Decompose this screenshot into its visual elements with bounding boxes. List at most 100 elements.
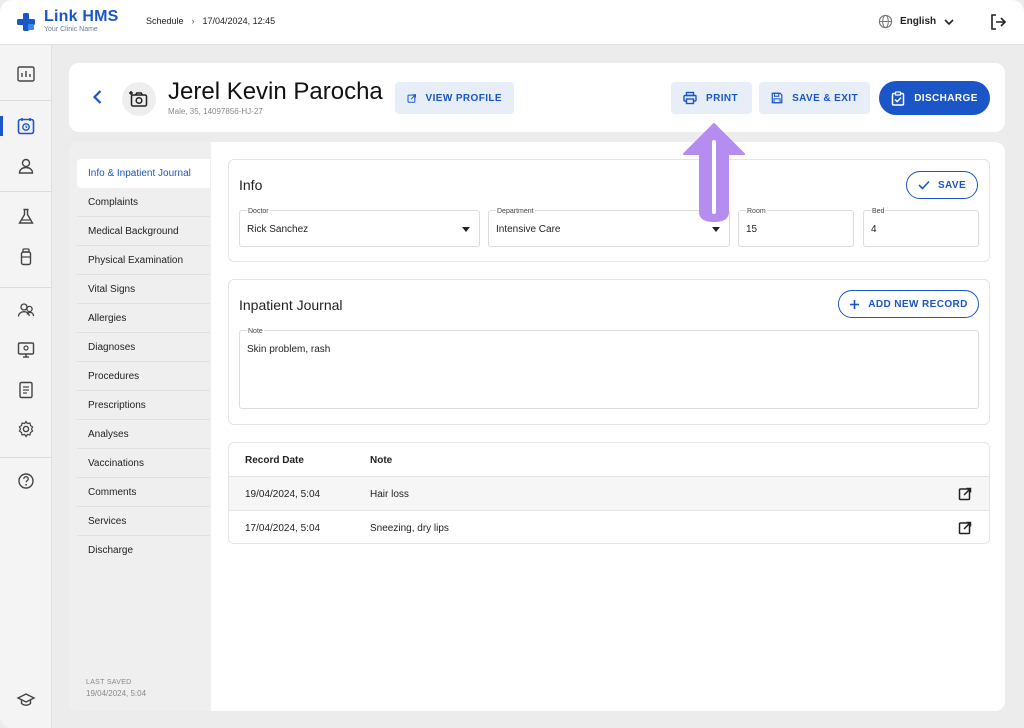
records-table: Record Date Note 19/04/2024, 5:04 Hair l… — [228, 442, 990, 544]
annotation-arrow-icon — [683, 123, 745, 222]
nav-item-label: Comments — [88, 486, 137, 498]
graduation-cap-icon[interactable] — [16, 690, 36, 710]
users-icon[interactable] — [16, 300, 36, 320]
logout-icon[interactable] — [989, 13, 1007, 31]
table-row[interactable]: 17/04/2024, 5:04 Sneezing, dry lips — [229, 510, 989, 543]
monitor-icon[interactable] — [16, 340, 36, 360]
nav-item-label: Physical Examination — [88, 254, 184, 266]
record-note: Hair loss — [370, 489, 409, 500]
nav-item-label: Analyses — [88, 428, 129, 440]
sidebar-divider — [0, 100, 52, 101]
table-row[interactable]: 19/04/2024, 5:04 Hair loss — [229, 476, 989, 510]
record-note: Sneezing, dry lips — [370, 523, 449, 534]
add-photo-button[interactable] — [122, 82, 156, 116]
record-date: 19/04/2024, 5:04 — [245, 489, 321, 500]
dropdown-caret-icon — [462, 227, 470, 232]
room-field[interactable]: Room 15 — [738, 208, 854, 247]
patient-name: Jerel Kevin Parocha — [168, 78, 383, 105]
patient-meta: Male, 35, 14097856-HJ-27 — [168, 107, 263, 116]
save-button[interactable]: SAVE — [906, 171, 978, 199]
app-window: Link HMS Your Clinic Name Schedule › 17/… — [0, 0, 1024, 728]
bed-field[interactable]: Bed 4 — [863, 208, 979, 247]
department-value: Intensive Care — [496, 224, 561, 235]
nav-item-label: Vaccinations — [88, 457, 144, 469]
print-label: PRINT — [706, 92, 738, 104]
sidebar-divider — [0, 191, 52, 192]
nav-item-label: Vital Signs — [88, 283, 136, 295]
discharge-button[interactable]: DISCHARGE — [879, 81, 990, 115]
calendar-icon[interactable] — [16, 116, 36, 136]
globe-icon — [878, 14, 893, 29]
room-label: Room — [746, 208, 767, 215]
flask-icon[interactable] — [16, 207, 36, 227]
record-date: 17/04/2024, 5:04 — [245, 523, 321, 534]
breadcrumb-schedule[interactable]: Schedule — [146, 16, 184, 26]
add-new-record-button[interactable]: ADD NEW RECORD — [838, 290, 979, 318]
sidebar-divider — [0, 287, 52, 288]
plus-icon — [850, 299, 860, 309]
back-arrow-icon[interactable] — [89, 88, 107, 106]
department-label: Department — [496, 208, 535, 215]
sidebar-divider — [0, 457, 52, 458]
print-button[interactable]: PRINT — [671, 82, 752, 114]
nav-vaccinations[interactable]: Vaccinations — [77, 449, 210, 478]
note-textarea[interactable]: Note Skin problem, rash — [239, 328, 979, 409]
camera-add-icon — [129, 91, 148, 107]
check-icon — [918, 180, 930, 190]
open-record-icon[interactable] — [958, 487, 972, 501]
person-icon[interactable] — [16, 156, 36, 176]
bottle-icon[interactable] — [16, 247, 36, 267]
nav-prescriptions[interactable]: Prescriptions — [77, 391, 210, 420]
dropdown-caret-icon — [712, 227, 720, 232]
doctor-select[interactable]: Doctor Rick Sanchez — [239, 208, 480, 247]
nav-medical-background[interactable]: Medical Background — [77, 217, 210, 246]
doctor-label: Doctor — [247, 208, 270, 215]
nav-allergies[interactable]: Allergies — [77, 304, 210, 333]
save-exit-button[interactable]: SAVE & EXIT — [759, 82, 870, 114]
app-logo[interactable]: Link HMS Your Clinic Name — [16, 9, 119, 33]
document-icon[interactable] — [16, 380, 36, 400]
printer-icon — [683, 91, 697, 105]
nav-item-label: Procedures — [88, 370, 140, 382]
column-header-record-date: Record Date — [245, 455, 304, 466]
nav-item-label: Allergies — [88, 312, 127, 324]
app-name: Link HMS — [44, 8, 119, 25]
save-exit-label: SAVE & EXIT — [792, 92, 858, 104]
add-new-record-label: ADD NEW RECORD — [868, 298, 968, 310]
nav-services[interactable]: Services — [77, 507, 210, 536]
nav-physical-examination[interactable]: Physical Examination — [77, 246, 210, 275]
nav-vital-signs[interactable]: Vital Signs — [77, 275, 210, 304]
language-selector[interactable]: English — [878, 14, 955, 29]
view-profile-label: VIEW PROFILE — [425, 92, 502, 104]
nav-comments[interactable]: Comments — [77, 478, 210, 507]
nav-item-label: Info & Inpatient Journal — [88, 168, 191, 179]
nav-info-journal[interactable]: Info & Inpatient Journal — [77, 159, 210, 188]
nav-diagnoses[interactable]: Diagnoses — [77, 333, 210, 362]
gear-icon[interactable] — [16, 419, 36, 439]
bed-value: 4 — [871, 224, 877, 235]
nav-procedures[interactable]: Procedures — [77, 362, 210, 391]
breadcrumb-current: 17/04/2024, 12:45 — [202, 16, 276, 26]
logo-cross-icon — [16, 12, 36, 32]
floppy-disk-icon — [771, 92, 783, 104]
discharge-label: DISCHARGE — [914, 92, 978, 104]
nav-item-label: Medical Background — [88, 225, 179, 237]
room-value: 15 — [746, 224, 758, 235]
save-label: SAVE — [937, 179, 967, 191]
help-icon[interactable] — [16, 471, 36, 491]
last-saved-value: 19/04/2024, 5:04 — [86, 689, 147, 698]
nav-item-label: Diagnoses — [88, 341, 136, 353]
clinic-name: Your Clinic Name — [44, 26, 98, 33]
breadcrumb-separator: › — [191, 16, 195, 26]
view-profile-button[interactable]: VIEW PROFILE — [395, 82, 514, 114]
top-bar: Link HMS Your Clinic Name Schedule › 17/… — [0, 0, 1024, 45]
nav-item-label: Complaints — [88, 196, 139, 208]
external-link-icon — [407, 93, 417, 103]
dashboard-icon[interactable] — [16, 64, 36, 84]
nav-complaints[interactable]: Complaints — [77, 188, 210, 217]
breadcrumb: Schedule › 17/04/2024, 12:45 — [146, 16, 275, 26]
bed-label: Bed — [871, 208, 886, 215]
nav-discharge[interactable]: Discharge — [77, 536, 210, 565]
open-record-icon[interactable] — [958, 521, 972, 535]
nav-analyses[interactable]: Analyses — [77, 420, 210, 449]
